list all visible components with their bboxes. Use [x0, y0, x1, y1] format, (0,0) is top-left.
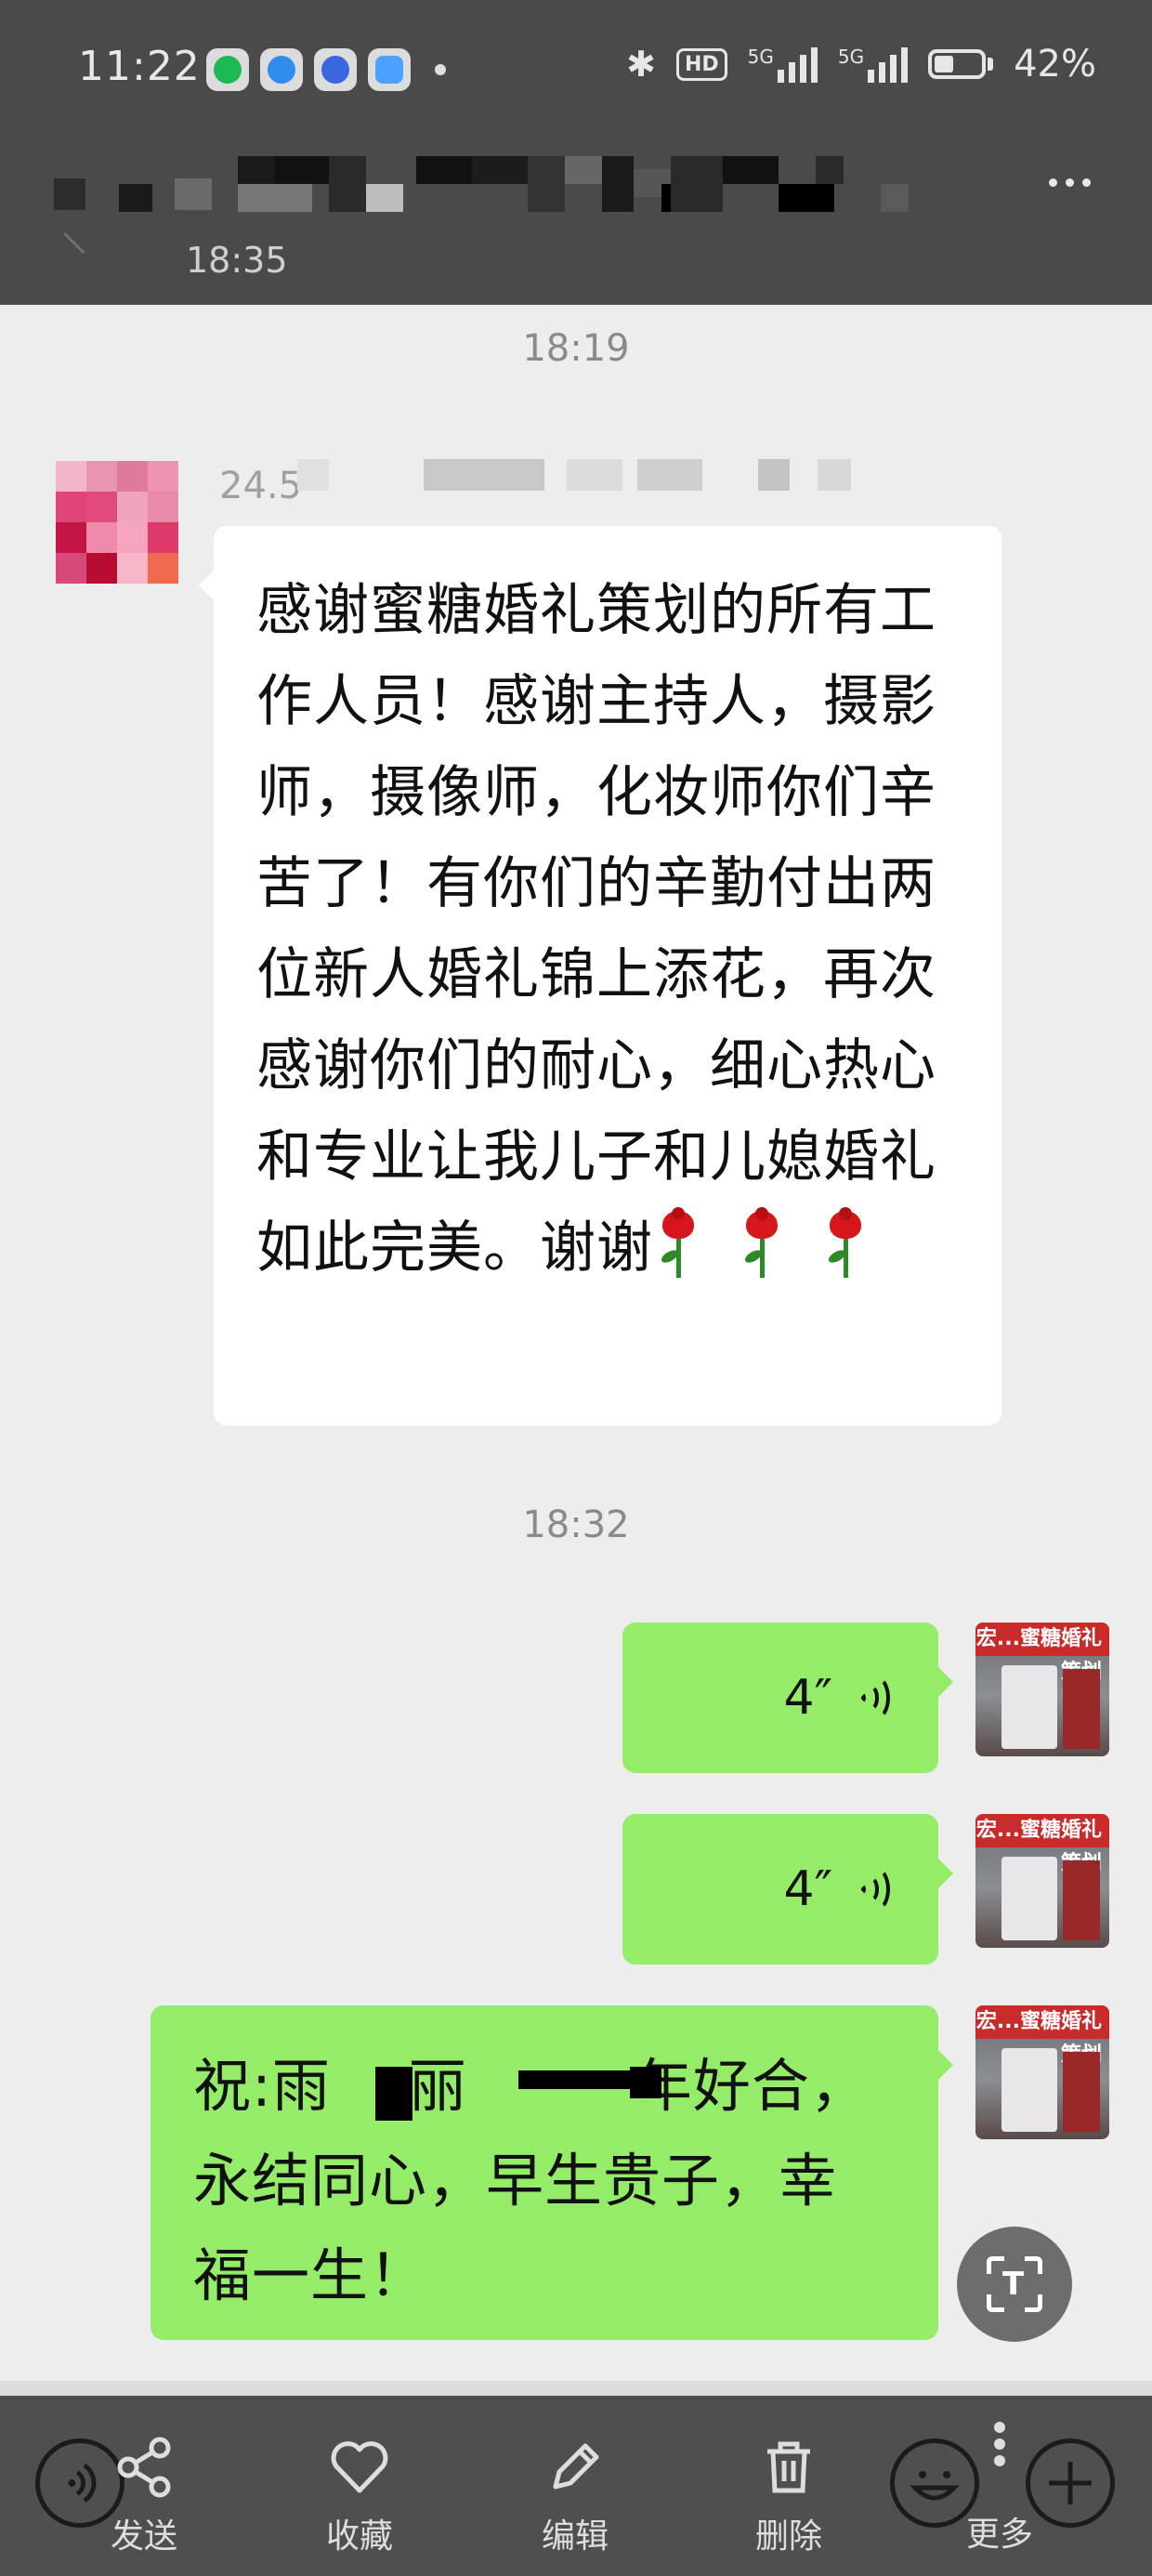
chat-title-obscured [54, 151, 909, 216]
my-avatar[interactable]: 宏...蜜糖婚礼策划 [975, 1814, 1109, 1948]
pencil-icon [553, 2443, 599, 2490]
more-vertical-icon [994, 2422, 1005, 2466]
rose-icon [737, 1207, 789, 1280]
status-indicators: ✱ HD 5G 5G 42% [626, 43, 1096, 85]
add-icon[interactable] [1026, 2438, 1115, 2528]
my-avatar[interactable]: 宏...蜜糖婚礼策划 [975, 1623, 1109, 1756]
voice-wave-icon [853, 1865, 890, 1913]
toolbar-divider [0, 2381, 1152, 2396]
trash-icon [767, 2441, 810, 2493]
extract-text-button[interactable]: T [957, 2227, 1072, 2342]
share-icon [117, 2437, 171, 2498]
voice-duration: 4″ [783, 1861, 832, 1917]
avatar-sign: 宏...蜜糖婚礼策划 [975, 2005, 1109, 2067]
my-avatar[interactable]: 宏...蜜糖婚礼策划 [975, 2005, 1109, 2139]
rose-icon [653, 1207, 705, 1280]
spotify-icon [206, 48, 249, 91]
voice-message-bubble[interactable]: 4″ [622, 1623, 953, 1773]
sender-name: 24.5 [219, 465, 303, 507]
avatar-sign: 宏...蜜糖婚礼策划 [975, 1623, 1109, 1684]
sender-avatar[interactable] [56, 461, 178, 584]
battery-icon [928, 49, 994, 79]
heart-icon [331, 2441, 388, 2493]
status-bar: 11:22 ✱ HD 5G 5G 42% [0, 0, 1152, 139]
chat-header: 11:22 ✱ HD 5G 5G 42% 18:35 [0, 0, 1152, 305]
voice-message-bubble[interactable]: 4″ [622, 1814, 953, 1965]
battery-percent: 42% [1014, 43, 1096, 85]
delete-button[interactable]: 删除 [754, 2433, 823, 2557]
signal-icon-1: 5G [748, 46, 818, 83]
baidu-icon [314, 48, 357, 91]
back-arrow-icon[interactable] [63, 212, 105, 255]
voice-wave-icon [853, 1674, 890, 1722]
time-divider: 18:19 [522, 327, 630, 370]
avatar-sign: 宏...蜜糖婚礼策划 [975, 1814, 1109, 1875]
more-options-icon[interactable] [1049, 178, 1091, 187]
more-button[interactable]: 更多 [966, 2414, 1033, 2556]
favorite-button[interactable]: 收藏 [325, 2433, 394, 2557]
notification-icons [206, 48, 446, 91]
header-time: 18:35 [186, 240, 288, 281]
outgoing-message-bubble[interactable]: 祝:雨丽年好合， 永结同心，早生贵子，幸 福一生！ [151, 2005, 953, 2340]
sender-name-obscured [297, 459, 855, 493]
voice-duration: 4″ [783, 1670, 832, 1726]
outgoing-message-text: 祝:雨丽年好合， 永结同心，早生贵子，幸 福一生！ [193, 2052, 869, 2309]
edit-button[interactable]: 编辑 [541, 2433, 609, 2557]
signal-icon-2: 5G [838, 46, 909, 83]
time-divider: 18:32 [522, 1504, 630, 1546]
incoming-message-text: 感谢蜜糖婚礼策划的所有工作人员！感谢主持人，摄影师，摄像师，化妆师你们辛苦了！有… [256, 578, 936, 1281]
browser-icon [260, 48, 303, 91]
multi-select-toolbar: 发送 收藏 编辑 删除 更多 [0, 2396, 1152, 2576]
notes-icon [368, 48, 411, 91]
more-notifications-dot [435, 64, 446, 75]
status-time: 11:22 [78, 43, 201, 90]
hd-badge: HD [675, 47, 727, 81]
send-button[interactable]: 发送 [110, 2433, 178, 2557]
rose-icon [820, 1207, 872, 1280]
scan-text-icon: T [987, 2256, 1042, 2312]
incoming-message-bubble[interactable]: 感谢蜜糖婚礼策划的所有工作人员！感谢主持人，摄影师，摄像师，化妆师你们辛苦了！有… [199, 526, 1001, 1426]
bluetooth-icon: ✱ [626, 44, 656, 85]
